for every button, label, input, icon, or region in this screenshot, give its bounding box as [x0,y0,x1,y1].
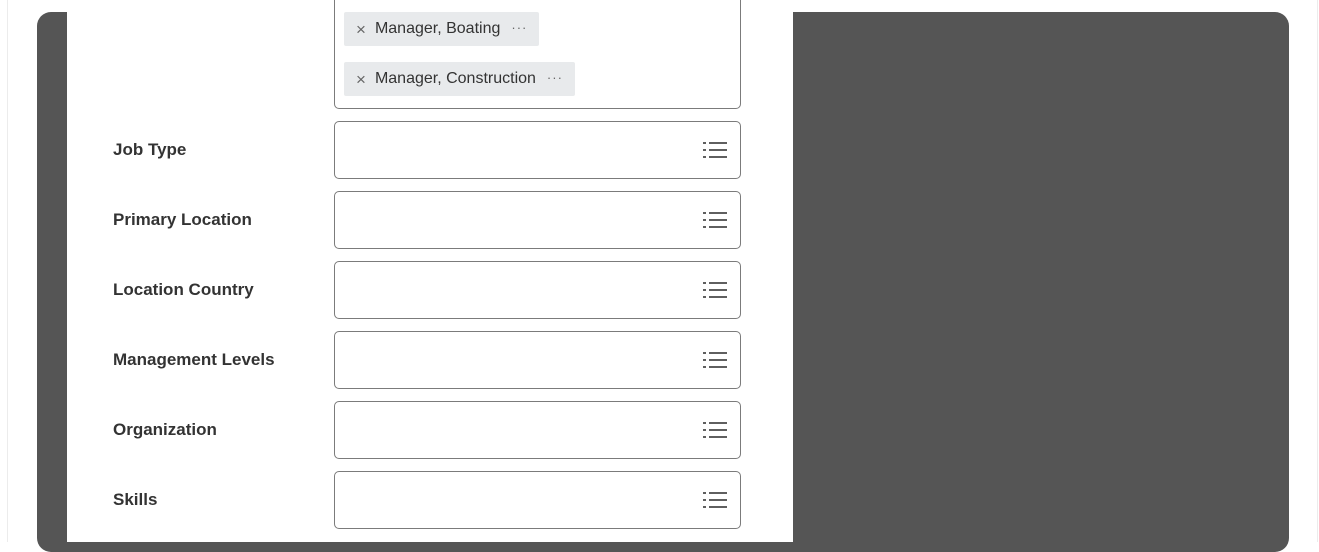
primary-location-label: Primary Location [113,210,252,229]
tag-label: Manager, Boating [374,20,501,37]
skills-label: Skills [113,490,158,509]
tag-more-icon[interactable]: ··· [547,70,563,85]
selected-tag-construction[interactable]: × Manager, Construction ··· [344,62,575,96]
job-type-field[interactable] [334,121,741,179]
location-country-field[interactable] [334,261,741,319]
list-icon[interactable] [703,210,727,230]
list-icon[interactable] [703,420,727,440]
list-icon[interactable] [703,280,727,300]
management-levels-label: Management Levels [113,350,275,369]
primary-location-field[interactable] [334,191,741,249]
organization-label: Organization [113,420,217,439]
location-country-label: Location Country [113,280,254,299]
organization-field[interactable] [334,401,741,459]
tag-more-icon[interactable]: ··· [511,20,527,35]
management-levels-field[interactable] [334,331,741,389]
remove-tag-icon[interactable]: × [356,71,366,88]
list-icon[interactable] [703,490,727,510]
skills-field[interactable] [334,471,741,529]
remove-tag-icon[interactable]: × [356,21,366,38]
job-type-label: Job Type [113,140,187,159]
list-icon[interactable] [703,140,727,160]
tag-label: Manager, Construction [374,70,536,87]
selected-tag-boating[interactable]: × Manager, Boating ··· [344,12,540,46]
list-icon[interactable] [703,350,727,370]
